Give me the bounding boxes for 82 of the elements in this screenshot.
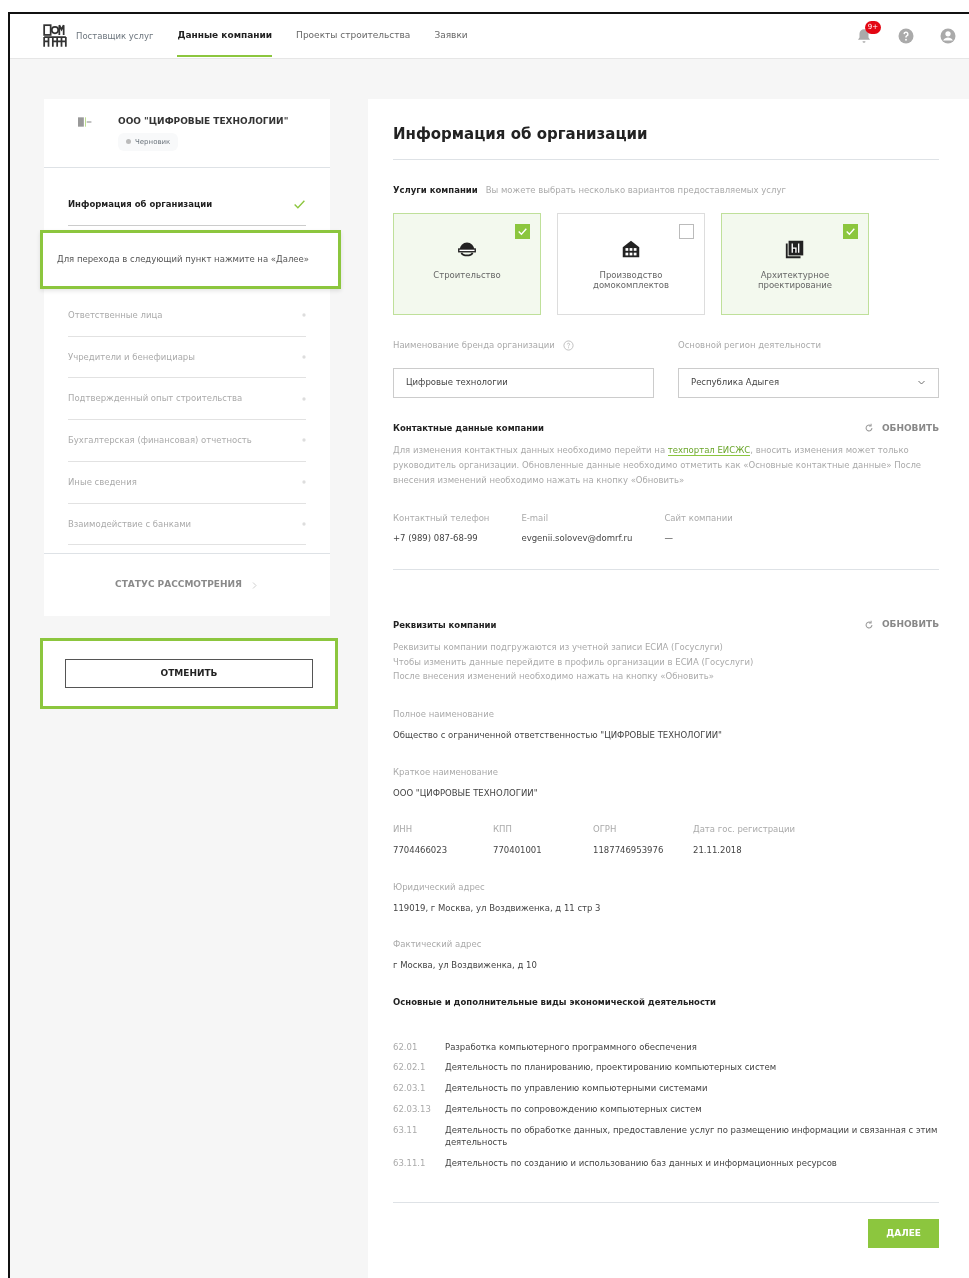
field-value: +7 (989) 087-68-99 [393,532,479,546]
field-label: ОГРН [593,823,618,836]
activity-code: 62.02.1 [393,1061,427,1074]
service-option[interactable]: Архитектурное проектирование [721,212,869,315]
field-value: г Москва, ул Воздвиженка, д 10 [393,959,537,972]
check-icon [293,198,306,211]
field-label: E-mail [521,511,550,525]
hint-text: Вы можете выбрать несколько вариантов предоставляемых услуг [485,184,786,197]
field-value: 1187746953976 [593,844,665,857]
service-label: Производство домокомплектов [592,269,670,291]
field-label: Основной регион деятельности [678,338,821,352]
sidebar-item[interactable]: Учредители и бенефициары [68,336,306,379]
service-option[interactable]: Строительство [393,212,541,315]
activity-code: 63.11 [393,1123,419,1137]
brand-field[interactable]: Цифровые технологии [393,367,654,398]
checkbox[interactable] [679,223,694,239]
activity-code: 62.03.1 [393,1082,427,1095]
section-title: Основные и дополнительные виды экономической деятельности [393,995,717,1009]
nav-tab[interactable]: Проекты строительства [296,15,411,57]
checkbox[interactable] [515,223,530,239]
status-button[interactable]: СТАТУС РАССМОТРЕНИЯ [115,578,259,592]
user-icon [939,27,957,45]
activity-code: 63.11.1 [393,1157,427,1170]
field-value: — [664,532,674,546]
nav-tab[interactable]: Заявки [434,15,468,57]
field-label: Краткое наименование [393,765,500,779]
refresh-button[interactable]: ОБНОВИТЬ [863,421,939,435]
help-icon [897,27,915,45]
field-label: Фактический адрес [393,938,483,951]
sidebar-item[interactable]: Информация об организации [68,184,306,226]
field-label: Дата гос. регистрации [693,823,796,836]
activity-code: 62.01 [393,1040,419,1054]
checkbox[interactable] [843,223,858,239]
field-label: Контактный телефон [393,511,490,525]
section-title: Услуги компании [393,184,478,197]
sidebar-item[interactable]: Бухгалтерская (финансовая) отчетность [68,420,306,462]
logo-icon [42,23,68,49]
activity-name: Деятельность по обработке данных, предоставление услуг по размещению информации и связанная с этим деятельность [445,1123,939,1149]
activity-name: Деятельность по созданию и использованию баз данных и информационных ресурсов [445,1157,837,1170]
activity-name: Разработка компьютерного программного обеспечения [445,1040,697,1054]
brand-label: Поставщик услуг [76,29,154,43]
activity-code: 62.03.13 [393,1102,432,1116]
tooltip: Для перехода в следующий пункт нажмите на «Далее» [40,230,341,289]
activity-name: Деятельность по сопровождению компьютерных систем [445,1102,702,1116]
sidebar-item[interactable]: Взаимодействие с банками [68,503,306,546]
sidebar-item[interactable]: Иные сведения [68,461,306,504]
refresh-icon [863,423,874,434]
service-label: Архитектурное проектирование [756,269,834,291]
next-button[interactable]: ДАЛЕЕ [868,1218,939,1249]
field-value: Общество с ограниченной ответственностью "ЦИФРОВЫЕ ТЕХНОЛОГИИ" [393,729,722,742]
chevron-down-icon [917,378,926,387]
sidebar-item[interactable]: Ответственные лица [68,294,306,337]
field-label: ИНН [393,823,414,836]
contact-description: Для изменения контактных данных необходимо перейти на техпортал ЕИСЖС, вносить изменения может только руководитель организации. Обновленные данные необходимо отметить как «Основные контактные данные» После внесения изменений необходимо нажать на кнопку «Обновить» [393,444,923,487]
field-value: ООО "ЦИФРОВЫЕ ТЕХНОЛОГИИ" [393,786,538,800]
activity-name: Деятельность по планированию, проектированию компьютерных систем [445,1061,777,1074]
field-label: Сайт компании [664,511,733,525]
field-label: Юридический адрес [393,880,486,894]
cancel-button[interactable]: ОТМЕНИТЬ [65,658,313,689]
field-value: evgenii.solovev@domrf.ru [521,532,633,546]
requisites-description: Реквизиты компании подгружаются из учетной записи ЕСИА (Госуслуги) Чтобы изменить данные перейдите в профиль организации в ЕСИА (Госуслуги) После внесения изменений необходимо нажать на кнопку «Обновить» [393,640,755,684]
sidebar-item[interactable]: Подтвержденный опыт строительства [68,378,306,420]
field-value: 7704466023 [393,844,449,857]
region-select[interactable]: Республика Адыгея [678,367,939,398]
field-value: 21.11.2018 [693,844,743,857]
service-option[interactable]: Производство домокомплектов [557,212,705,315]
page-title: Информация об организации [393,121,939,160]
section-title: Контактные данные компании [393,421,544,435]
help-icon [562,339,574,351]
field-label: КПП [493,823,513,836]
field-label: Полное наименование [393,708,495,721]
refresh-icon [863,619,874,630]
field-value: 770401001 [493,844,543,857]
section-title: Реквизиты компании [393,618,497,632]
company-name: ООО "ЦИФРОВЫЕ ТЕХНОЛОГИИ" [118,115,289,128]
activity-name: Деятельность по управлению компьютерными системами [445,1082,708,1095]
service-label: Строительство [432,269,502,280]
field-value: 119019, г Москва, ул Воздвиженка, д 11 стр 3 [393,901,601,915]
nav-tab[interactable]: Данные компании [177,15,273,57]
refresh-button[interactable]: ОБНОВИТЬ [863,618,939,632]
bell-icon [855,27,873,45]
field-label: Наименование бренда организации [393,338,555,352]
